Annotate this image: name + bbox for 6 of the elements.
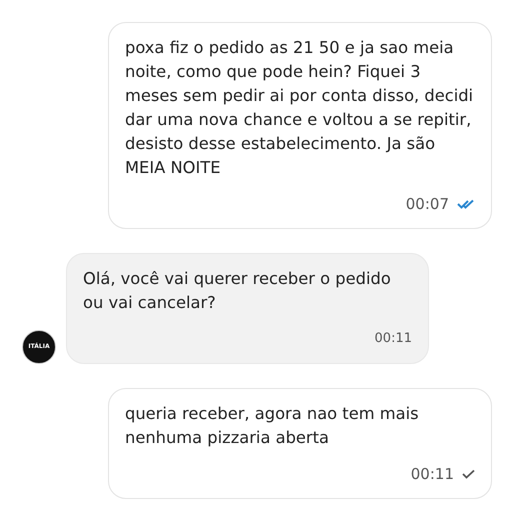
message-time: 00:11	[410, 464, 454, 485]
message-text: Olá, você vai querer receber o pedido ou vai cancelar?	[83, 268, 392, 314]
message-time: 00:11	[374, 330, 412, 348]
message-text: queria receber, agora nao tem mais nenhuma pizzaria aberta	[125, 403, 420, 449]
message-time: 00:07	[406, 194, 449, 215]
message-text: poxa fiz o pedido as 21 50 e ja sao meia noite, como que pode hein? Fiquei 3 meses sem pedir ai por conta disso, decidi dar uma nova chance e voltou a se repitir, desisto desse estabelecimento. Ja são MEIA NOITE	[125, 37, 474, 179]
